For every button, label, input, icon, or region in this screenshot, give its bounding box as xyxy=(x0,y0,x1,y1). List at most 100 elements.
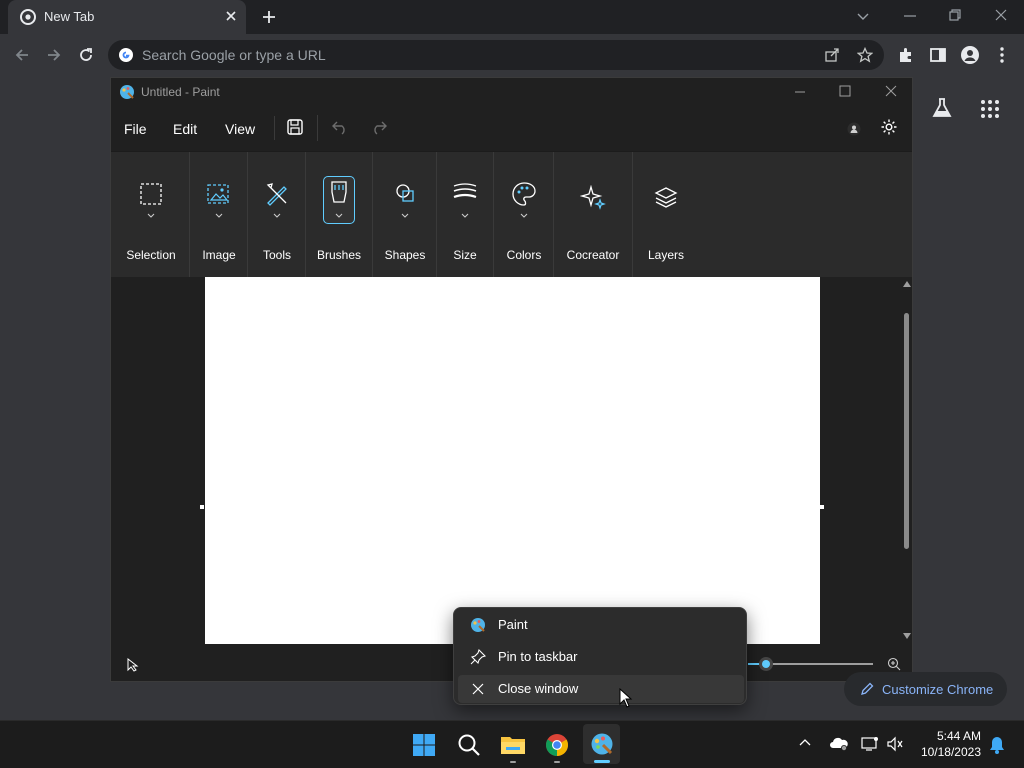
menu-dots-icon[interactable] xyxy=(995,46,1009,64)
tray-overflow-chevron-icon[interactable] xyxy=(799,738,811,746)
zoom-slider-thumb[interactable] xyxy=(759,657,773,671)
omnibox-placeholder: Search Google or type a URL xyxy=(142,47,326,63)
volume-muted-icon[interactable] xyxy=(886,736,904,752)
omnibox[interactable]: Search Google or type a URL xyxy=(108,40,884,70)
palette-icon xyxy=(511,181,537,207)
clock-time[interactable]: 5:44 AM xyxy=(912,729,981,743)
group-brushes[interactable]: Brushes xyxy=(306,152,372,278)
ctx-item-close-window[interactable]: Close window xyxy=(458,675,744,703)
close-paint-icon[interactable] xyxy=(885,85,897,97)
group-layers[interactable]: Layers xyxy=(633,152,699,278)
running-indicator xyxy=(510,761,516,763)
image-icon xyxy=(206,181,232,207)
paint-app-icon xyxy=(590,732,614,756)
close-tab-icon[interactable] xyxy=(224,9,238,23)
vertical-scrollbar-thumb[interactable] xyxy=(904,313,909,549)
group-label: Colors xyxy=(506,248,542,262)
group-colors[interactable]: Colors xyxy=(494,152,553,278)
scroll-up-icon[interactable] xyxy=(903,281,911,287)
chevron-down-icon xyxy=(401,213,409,219)
running-indicator xyxy=(554,761,560,763)
restore-browser-icon[interactable] xyxy=(948,8,962,22)
brush-icon xyxy=(327,180,351,206)
forward-icon[interactable] xyxy=(45,46,63,64)
save-icon[interactable] xyxy=(286,118,304,136)
back-icon[interactable] xyxy=(13,46,31,64)
chevron-down-icon xyxy=(520,213,528,219)
selection-icon xyxy=(139,182,163,206)
clock-date[interactable]: 10/18/2023 xyxy=(912,745,981,759)
settings-gear-icon[interactable] xyxy=(880,118,898,136)
menu-edit[interactable]: Edit xyxy=(173,121,197,137)
close-browser-icon[interactable] xyxy=(994,8,1008,22)
file-explorer-icon[interactable] xyxy=(500,733,526,757)
mouse-cursor-icon xyxy=(619,688,633,708)
ctx-item-pin[interactable]: Pin to taskbar xyxy=(458,643,744,671)
google-g-icon xyxy=(118,47,134,63)
paint-app-icon xyxy=(470,617,486,633)
network-icon[interactable] xyxy=(861,736,879,752)
chrome-app-icon[interactable] xyxy=(545,733,569,757)
ctx-label: Pin to taskbar xyxy=(498,649,578,664)
start-windows-icon[interactable] xyxy=(412,733,436,757)
chrome-favicon xyxy=(20,9,36,25)
customize-chrome-button[interactable]: Customize Chrome xyxy=(844,672,1007,706)
bookmark-star-icon[interactable] xyxy=(857,47,873,63)
group-label: Cocreator xyxy=(566,248,620,262)
group-label: Layers xyxy=(647,248,685,262)
account-icon[interactable] xyxy=(847,122,861,136)
reload-icon[interactable] xyxy=(77,46,95,64)
ctx-label: Close window xyxy=(498,681,579,696)
group-tools[interactable]: Tools xyxy=(248,152,305,278)
sparkle-icon xyxy=(580,185,606,211)
scroll-down-icon[interactable] xyxy=(903,633,911,639)
share-icon[interactable] xyxy=(824,47,840,63)
chevron-down-icon xyxy=(335,213,343,219)
minimize-browser-icon[interactable] xyxy=(903,9,917,23)
profile-icon[interactable] xyxy=(960,45,980,65)
onedrive-icon[interactable] xyxy=(829,736,849,752)
canvas-area xyxy=(111,277,912,645)
notification-bell-icon[interactable] xyxy=(989,736,1005,754)
extensions-icon[interactable] xyxy=(897,46,915,64)
undo-icon[interactable] xyxy=(331,118,349,136)
ctx-item-paint[interactable]: Paint xyxy=(458,611,744,639)
chevron-down-icon xyxy=(215,213,223,219)
chevron-down-icon xyxy=(461,213,469,219)
layers-icon xyxy=(653,186,679,210)
taskbar-search-icon[interactable] xyxy=(457,733,481,757)
menu-view[interactable]: View xyxy=(225,121,255,137)
pin-icon xyxy=(470,649,486,665)
taskbar-paint-button[interactable] xyxy=(583,724,620,764)
group-cocreator[interactable]: Cocreator xyxy=(554,152,632,278)
chevron-down-icon xyxy=(273,213,281,219)
paint-app-icon xyxy=(119,84,135,100)
ctx-label: Paint xyxy=(498,617,528,632)
apps-grid-icon[interactable] xyxy=(980,99,1000,119)
menu-divider xyxy=(274,116,275,140)
chevron-down-icon xyxy=(147,213,155,219)
side-panel-icon[interactable] xyxy=(929,46,947,64)
paint-window-title: Untitled - Paint xyxy=(141,85,220,99)
tab-new-tab[interactable]: New Tab xyxy=(8,0,246,34)
tab-search-icon[interactable] xyxy=(856,9,870,23)
ribbon: Selection Image Tools Brushes Shapes Siz… xyxy=(111,151,912,278)
close-icon xyxy=(471,682,485,696)
zoom-in-icon[interactable] xyxy=(887,657,901,671)
new-tab-icon[interactable] xyxy=(261,9,277,25)
tools-icon xyxy=(264,181,290,207)
redo-icon[interactable] xyxy=(370,118,388,136)
minimize-paint-icon[interactable] xyxy=(794,86,806,98)
menu-divider xyxy=(317,115,318,141)
group-selection[interactable]: Selection xyxy=(111,152,189,278)
resize-handle-left[interactable] xyxy=(200,505,204,509)
drawing-canvas[interactable] xyxy=(205,277,820,644)
maximize-paint-icon[interactable] xyxy=(839,85,851,97)
menu-file[interactable]: File xyxy=(124,121,147,137)
pencil-icon xyxy=(860,682,874,696)
resize-handle-right[interactable] xyxy=(820,505,824,509)
taskbar: 5:44 AM 10/18/2023 xyxy=(0,720,1024,768)
taskbar-context-menu: Paint Pin to taskbar Close window xyxy=(453,607,747,705)
labs-flask-icon[interactable] xyxy=(931,97,953,119)
pointer-position-icon xyxy=(127,658,139,672)
